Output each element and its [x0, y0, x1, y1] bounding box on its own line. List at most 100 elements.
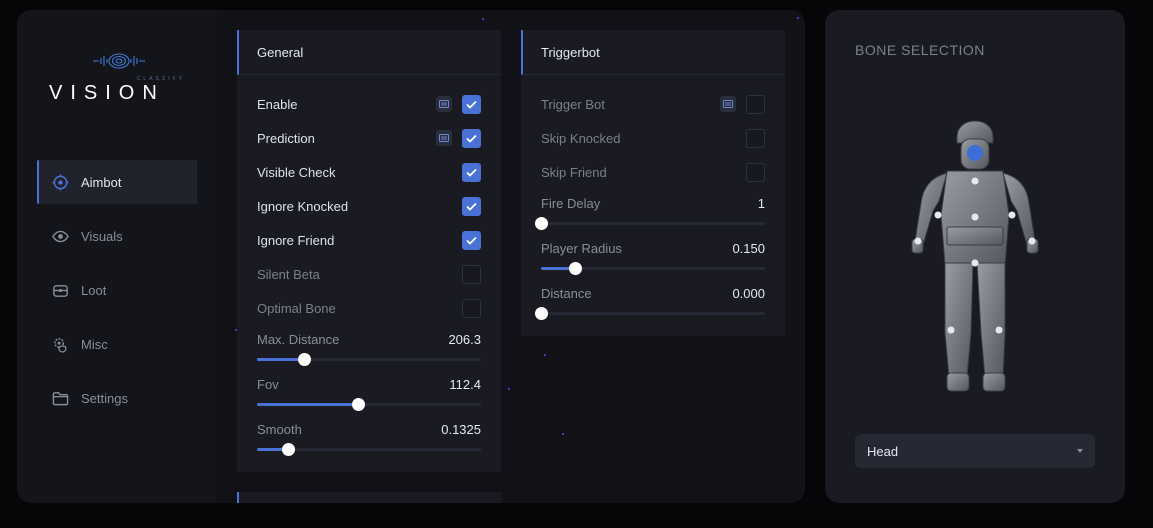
chevron-down-icon [1077, 449, 1083, 453]
particle-dot [508, 388, 510, 390]
sidebar-item-label: Settings [81, 390, 128, 406]
sidebar-item-loot[interactable]: Loot [37, 268, 197, 312]
toggle-label: Visible Check [257, 164, 336, 180]
slider-value: 206.3 [448, 332, 481, 347]
sidebar-item-settings[interactable]: Settings [37, 376, 197, 420]
checkmark-icon [466, 134, 477, 143]
slider-handle[interactable] [282, 443, 296, 456]
slider-track[interactable] [535, 307, 765, 320]
toggle-label: Silent Beta [257, 266, 320, 282]
toggle-enable[interactable]: Enable [257, 94, 481, 114]
slider-track[interactable] [535, 217, 765, 230]
sidebar-item-aimbot[interactable]: Aimbot [37, 160, 197, 204]
optimal-bone-checkbox[interactable] [462, 298, 481, 318]
bone-select-value: Head [867, 443, 899, 459]
keyboard-icon[interactable] [720, 96, 736, 112]
silent-beta-checkbox[interactable] [462, 264, 481, 284]
toggle-label: Trigger Bot [541, 96, 605, 112]
slider-label: Max. Distance [257, 332, 340, 347]
prediction-checkbox[interactable] [462, 128, 481, 148]
slider-value: 112.4 [449, 377, 481, 392]
chest-icon [51, 281, 69, 299]
slider-fill [257, 403, 358, 406]
triggerbot-panel: Triggerbot Trigger Bot Skip Knocked Skip… [521, 30, 785, 336]
toggle-label: Enable [257, 96, 298, 112]
eye-icon [51, 227, 69, 245]
bone-selection-window: BONE SELECTION Head [825, 10, 1125, 503]
slider-track[interactable] [541, 262, 765, 275]
slider-value: 0.150 [732, 241, 765, 256]
toggle-ignore-knocked[interactable]: Ignore Knocked [257, 196, 481, 216]
sidebar-item-label: Aimbot [81, 174, 122, 190]
checkmark-icon [466, 168, 477, 177]
visible-check-checkbox[interactable] [462, 162, 481, 182]
slider-fire-delay[interactable]: Fire Delay 1 [535, 196, 765, 232]
sidebar-item-label: Loot [81, 282, 107, 298]
sidebar-item-visuals[interactable]: Visuals [37, 214, 197, 258]
slider-handle[interactable] [535, 307, 548, 320]
slider-track[interactable] [257, 443, 481, 456]
slider-label: Smooth [257, 422, 302, 437]
slider-handle[interactable] [535, 217, 548, 230]
sidebar: CLASSIFY VISION Aimbot Visuals Loot Misc… [17, 10, 217, 503]
slider-fov[interactable]: Fov 112.4 [257, 377, 481, 413]
particle-dot [235, 329, 237, 331]
keyboard-icon[interactable] [436, 130, 452, 146]
sidebar-item-misc[interactable]: Misc [37, 322, 197, 366]
checkmark-icon [466, 100, 477, 109]
panel-accent [237, 492, 239, 503]
slider-track[interactable] [257, 398, 481, 411]
toggle-trigger-bot[interactable]: Trigger Bot [541, 94, 765, 114]
vision-logo: CLASSIFY VISION [49, 50, 189, 110]
toggle-ignore-friend[interactable]: Ignore Friend [257, 230, 481, 250]
particle-dot [562, 433, 564, 435]
slider-player-radius[interactable]: Player Radius 0.150 [541, 241, 765, 277]
general-panel-title: General [237, 30, 501, 75]
slider-fill [257, 358, 305, 361]
toggle-skip-friend[interactable]: Skip Friend [541, 162, 765, 182]
sidebar-item-label: Misc [81, 336, 108, 352]
bone-select-dropdown[interactable]: Head [855, 434, 1095, 468]
slider-smooth[interactable]: Smooth 0.1325 [257, 422, 481, 458]
sidebar-item-label: Visuals [81, 228, 123, 244]
slider-distance[interactable]: Distance 0.000 [535, 286, 765, 322]
ignore-friend-checkbox[interactable] [462, 230, 481, 250]
toggle-label: Ignore Knocked [257, 198, 349, 214]
slider-value: 1 [757, 196, 765, 211]
slider-value: 0.1325 [441, 422, 481, 437]
keyboard-icon[interactable] [436, 96, 452, 112]
slider-handle[interactable] [351, 398, 365, 411]
skip-friend-checkbox[interactable] [746, 162, 765, 182]
trigger-bot-checkbox[interactable] [746, 94, 765, 114]
triggerbot-panel-title: Triggerbot [521, 30, 785, 75]
ignore-knocked-checkbox[interactable] [462, 196, 481, 216]
enable-checkbox[interactable] [462, 94, 481, 114]
toggle-label: Ignore Friend [257, 232, 335, 248]
slider-max-distance[interactable]: Max. Distance 206.3 [257, 332, 481, 368]
next-panel-peek [237, 492, 501, 503]
slider-track[interactable] [257, 353, 481, 366]
toggle-skip-knocked[interactable]: Skip Knocked [541, 128, 765, 148]
skip-knocked-checkbox[interactable] [746, 128, 765, 148]
toggle-label: Skip Friend [541, 164, 607, 180]
soldier-model-image [911, 120, 1039, 392]
slider-handle[interactable] [568, 262, 582, 275]
toggle-silent-beta[interactable]: Silent Beta [257, 264, 481, 284]
general-panel: General Enable Prediction Visible Check … [237, 30, 501, 472]
gear-shield-icon [51, 335, 69, 353]
folder-icon [51, 389, 69, 407]
checkmark-icon [466, 236, 477, 245]
slider-label: Player Radius [541, 241, 622, 256]
particle-dot [544, 354, 546, 356]
particle-dot [797, 17, 799, 19]
target-icon [51, 173, 69, 191]
slider-handle[interactable] [298, 353, 312, 366]
bone-selection-title: BONE SELECTION [855, 42, 985, 58]
toggle-prediction[interactable]: Prediction [257, 128, 481, 148]
waveform-logo-icon [93, 53, 145, 69]
toggle-optimal-bone[interactable]: Optimal Bone [257, 298, 481, 318]
checkmark-icon [466, 202, 477, 211]
slider-label: Fire Delay [541, 196, 601, 211]
toggle-label: Optimal Bone [257, 300, 336, 316]
toggle-visible-check[interactable]: Visible Check [257, 162, 481, 182]
